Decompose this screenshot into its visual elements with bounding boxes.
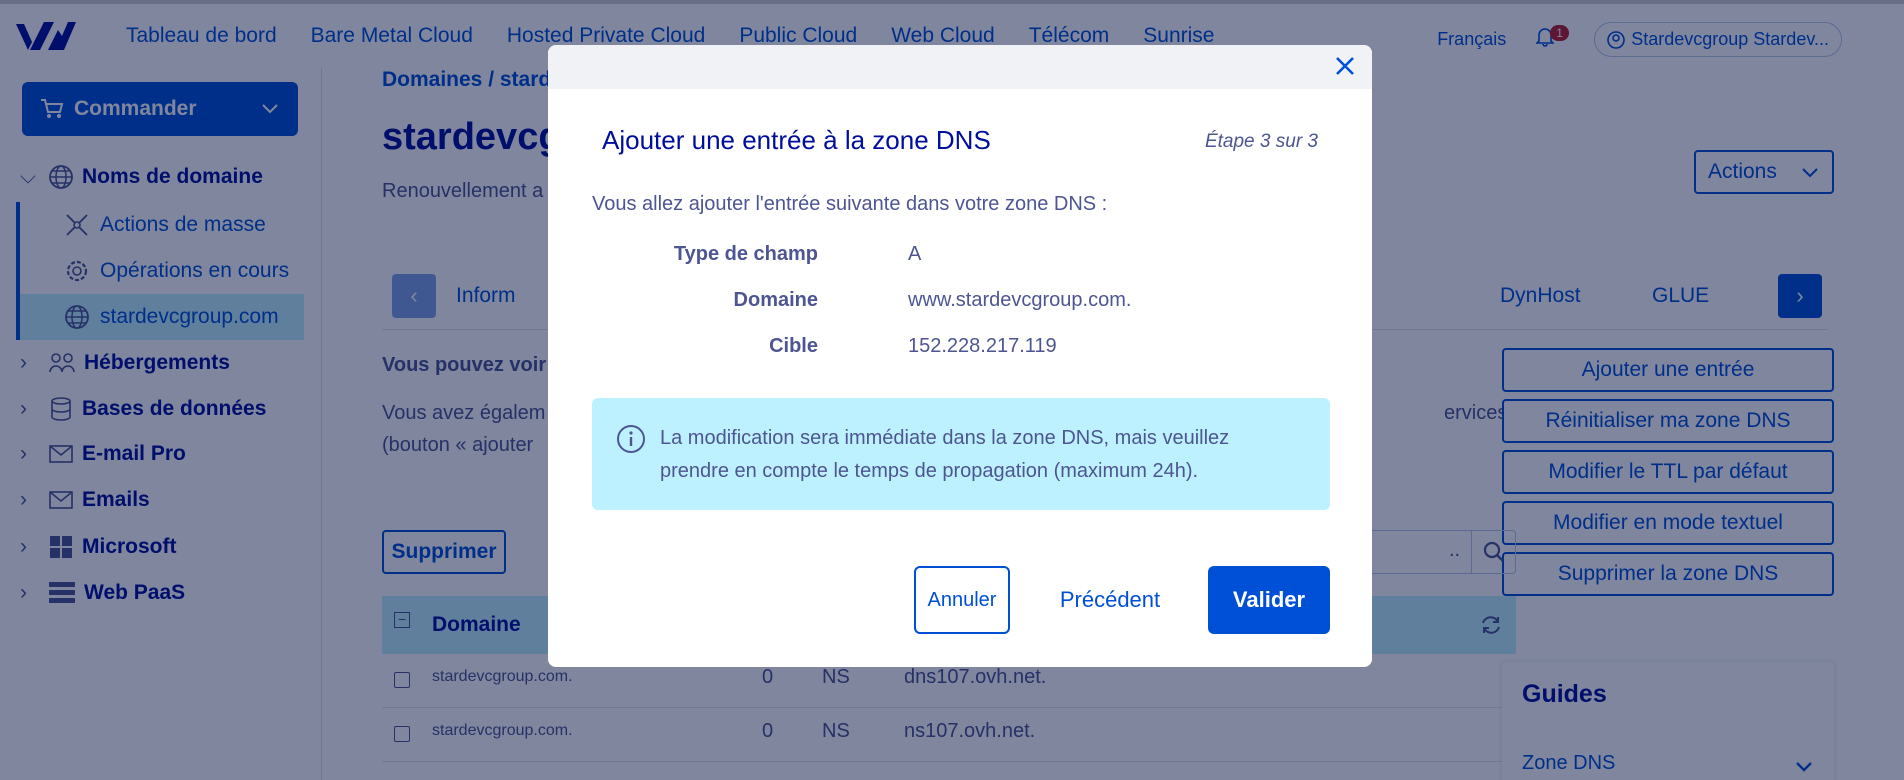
add-dns-entry-modal: Ajouter une entrée à la zone DNS Étape 3…	[548, 45, 1372, 667]
info-text: La modification sera immédiate dans la z…	[660, 427, 1230, 482]
modal-header-bar	[548, 45, 1372, 89]
field-target-label: Cible	[769, 335, 818, 357]
previous-button[interactable]: Précédent	[1038, 566, 1182, 634]
info-icon	[617, 425, 645, 453]
field-type-value: A	[908, 243, 922, 265]
step-indicator: Étape 3 sur 3	[1204, 131, 1318, 152]
info-message: La modification sera immédiate dans la z…	[592, 398, 1330, 510]
validate-button[interactable]: Valider	[1208, 566, 1330, 634]
field-target-value: 152.228.217.119	[908, 335, 1057, 357]
modal-title: Ajouter une entrée à la zone DNS	[602, 125, 991, 155]
close-icon[interactable]	[1332, 53, 1358, 79]
field-domain-label: Domaine	[733, 289, 818, 311]
field-type-label: Type de champ	[673, 243, 818, 265]
cancel-button[interactable]: Annuler	[914, 566, 1010, 634]
field-domain-value: www.stardevcgroup.com.	[908, 289, 1132, 311]
modal-intro: Vous allez ajouter l'entrée suivante dan…	[592, 193, 1108, 215]
